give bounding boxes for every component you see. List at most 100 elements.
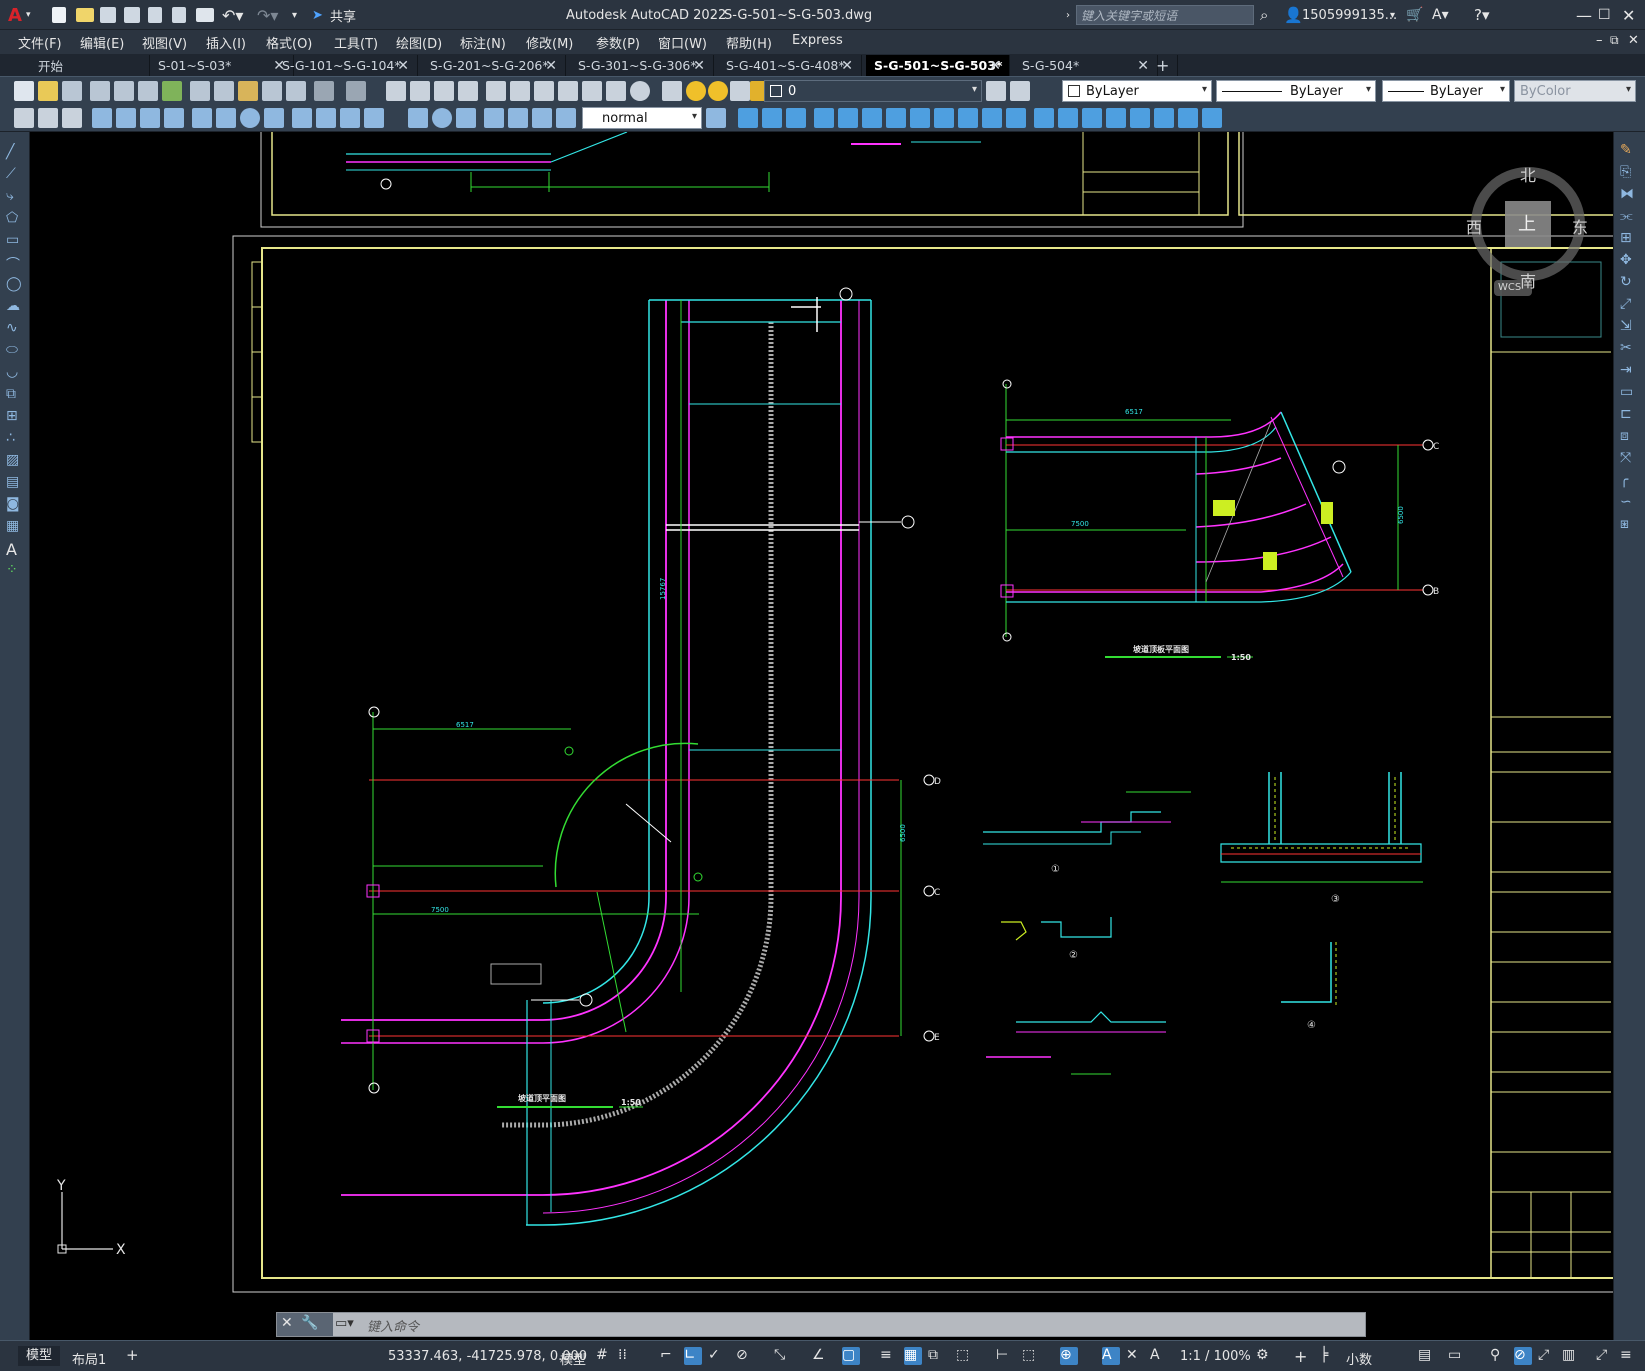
design-center-icon[interactable] bbox=[510, 81, 530, 101]
customization-menu-icon[interactable]: ≡ bbox=[1620, 1347, 1638, 1365]
ellipse-arc-icon[interactable]: ◡ bbox=[6, 364, 24, 382]
annotation-monitor-icon[interactable]: + bbox=[1294, 1347, 1312, 1366]
clean-screen-icon[interactable]: ⤢ bbox=[1538, 1347, 1556, 1365]
box-icon[interactable] bbox=[738, 108, 758, 128]
command-history-icon[interactable]: ▭▾ bbox=[335, 1316, 354, 1331]
clean-icon[interactable] bbox=[1154, 108, 1174, 128]
union-icon[interactable] bbox=[762, 108, 782, 128]
layout-tab-model[interactable]: 模型 bbox=[18, 1346, 61, 1366]
customize-quick-access-icon[interactable]: ▾ bbox=[292, 5, 297, 25]
circle-icon[interactable]: ◯ bbox=[6, 276, 24, 294]
save-icon[interactable] bbox=[100, 5, 116, 25]
viewcube-south[interactable]: 南 bbox=[1520, 268, 1536, 292]
menu-parametric[interactable]: 参数(P) bbox=[596, 33, 640, 52]
coordinates-readout[interactable]: 53337.463, -41725.978, 0.000 bbox=[388, 1349, 587, 1364]
loft-icon[interactable] bbox=[910, 108, 930, 128]
auto-scale-icon[interactable]: ✕ bbox=[1126, 1347, 1144, 1365]
layer-states-icon[interactable] bbox=[62, 108, 82, 128]
search-icon[interactable]: ⌕ bbox=[1260, 5, 1268, 25]
user-icon[interactable]: 👤 bbox=[1284, 5, 1303, 25]
construction-line-icon[interactable]: ⟋ bbox=[6, 166, 24, 184]
continue-dimension-icon[interactable] bbox=[340, 108, 360, 128]
units-icon[interactable]: ╞ bbox=[1320, 1347, 1338, 1365]
point-icon[interactable]: ∴ bbox=[6, 430, 24, 448]
copy-icon[interactable] bbox=[214, 81, 234, 101]
lineweight-icon[interactable]: ≡ bbox=[880, 1347, 898, 1365]
arc-icon[interactable]: ⌒ bbox=[6, 254, 24, 273]
presspull-icon[interactable] bbox=[838, 108, 858, 128]
open-from-web-icon[interactable] bbox=[148, 5, 162, 25]
offset-icon[interactable]: ⫘ bbox=[1620, 208, 1638, 226]
zoom-previous-icon[interactable] bbox=[458, 81, 478, 101]
tool-palettes-icon[interactable] bbox=[534, 81, 554, 101]
tab-s-g-301[interactable]: S-G-301~S-G-306* ✕ bbox=[570, 55, 714, 76]
linear-dimension-icon[interactable] bbox=[92, 108, 112, 128]
extrude-icon[interactable] bbox=[814, 108, 834, 128]
minimize-button[interactable]: — bbox=[1576, 5, 1592, 25]
search-expand-icon[interactable]: › bbox=[1066, 5, 1070, 25]
layer-viewport-icon[interactable] bbox=[730, 81, 750, 101]
qnew-icon[interactable] bbox=[14, 81, 34, 101]
menu-format[interactable]: 格式(O) bbox=[266, 33, 312, 52]
extend-icon[interactable]: ⇥ bbox=[1620, 362, 1638, 380]
quickcalc-icon[interactable] bbox=[606, 81, 626, 101]
doc-minimize-button[interactable]: – bbox=[1596, 33, 1603, 51]
revision-cloud-icon[interactable]: ☁ bbox=[6, 298, 24, 316]
viewcube-top-face[interactable]: 上 bbox=[1518, 210, 1536, 236]
stretch-icon[interactable]: ⇲ bbox=[1620, 318, 1638, 336]
blend-curves-icon[interactable]: ∽ bbox=[1620, 494, 1638, 512]
layer-previous-icon[interactable] bbox=[1010, 81, 1030, 101]
annotation-visibility-icon[interactable]: A bbox=[1102, 1347, 1120, 1365]
object-snap-tracking-icon[interactable]: ⤡ bbox=[774, 1347, 792, 1365]
layer-properties-icon[interactable] bbox=[662, 81, 682, 101]
polar-tracking-icon[interactable]: ✓ bbox=[708, 1347, 726, 1365]
scale-icon[interactable]: ⤢ bbox=[1620, 296, 1638, 314]
menu-draw[interactable]: 绘图(D) bbox=[396, 33, 442, 52]
viewcube-west[interactable]: 西 bbox=[1466, 214, 1482, 238]
revolve-icon[interactable] bbox=[886, 108, 906, 128]
dimension-space-icon[interactable] bbox=[364, 108, 384, 128]
maximize-button[interactable]: ☐ bbox=[1598, 5, 1611, 25]
tab-close-icon[interactable]: ✕ bbox=[841, 58, 853, 74]
tab-close-icon[interactable]: ✕ bbox=[693, 58, 705, 74]
polygon-icon[interactable]: ⬠ bbox=[6, 210, 24, 228]
app-menu-chevron-icon[interactable]: ▾ bbox=[26, 5, 31, 25]
pan-icon[interactable] bbox=[386, 81, 406, 101]
tab-s-g-401[interactable]: S-G-401~S-G-408* ✕ bbox=[718, 55, 862, 76]
insert-block-icon[interactable]: ⧉ bbox=[6, 386, 24, 404]
radius-dimension-icon[interactable] bbox=[192, 108, 212, 128]
aligned-dimension-icon[interactable] bbox=[116, 108, 136, 128]
polyline-icon[interactable]: ⤷ bbox=[6, 188, 24, 206]
angular-dimension-icon[interactable] bbox=[264, 108, 284, 128]
interfere-icon[interactable] bbox=[982, 108, 1002, 128]
command-input[interactable]: 键入命令 bbox=[367, 1316, 419, 1335]
multiline-text-icon[interactable]: A bbox=[6, 540, 24, 559]
save-icon[interactable] bbox=[62, 81, 82, 101]
model-space-toggle[interactable]: 模型 bbox=[560, 1349, 586, 1368]
store-cart-icon[interactable]: 🛒 bbox=[1406, 5, 1423, 25]
autodesk-a360-icon[interactable]: A▾ bbox=[1432, 5, 1449, 25]
ordinate-dimension-icon[interactable] bbox=[164, 108, 184, 128]
table-icon[interactable]: ▦ bbox=[6, 518, 24, 536]
3d-object-snap-icon[interactable]: ⬚ bbox=[956, 1347, 974, 1365]
redo-icon[interactable]: ↷▾ bbox=[257, 5, 278, 25]
layout-tab-layout1[interactable]: 布局1 bbox=[72, 1349, 106, 1368]
menu-edit[interactable]: 编辑(E) bbox=[80, 33, 124, 52]
ellipse-icon[interactable]: ⬭ bbox=[6, 342, 24, 360]
tab-s-g-101[interactable]: S-G-101~S-G-104* ✕ bbox=[274, 55, 418, 76]
selection-cycling-icon[interactable]: ⧉ bbox=[928, 1347, 946, 1365]
dimension-style-manager-icon[interactable] bbox=[706, 108, 726, 128]
new-tab-button[interactable]: + bbox=[1148, 55, 1178, 76]
dimension-text-edit-icon[interactable] bbox=[508, 108, 528, 128]
tab-start[interactable]: 开始 bbox=[30, 55, 150, 76]
gradient-icon[interactable]: ▤ bbox=[6, 474, 24, 492]
menu-modify[interactable]: 修改(M) bbox=[526, 33, 573, 52]
add-layout-button[interactable]: + bbox=[126, 1346, 139, 1364]
chamfer-icon[interactable]: ⤧ bbox=[1620, 450, 1638, 468]
solid-edit-icon[interactable] bbox=[1006, 108, 1026, 128]
jogged-dimension-icon[interactable] bbox=[216, 108, 236, 128]
markup-icon[interactable] bbox=[582, 81, 602, 101]
share-icon[interactable]: ➤ bbox=[312, 5, 323, 25]
dynamic-input-icon[interactable]: ⊢ bbox=[996, 1347, 1014, 1365]
annotation-scale-icon[interactable]: A bbox=[1150, 1347, 1168, 1365]
